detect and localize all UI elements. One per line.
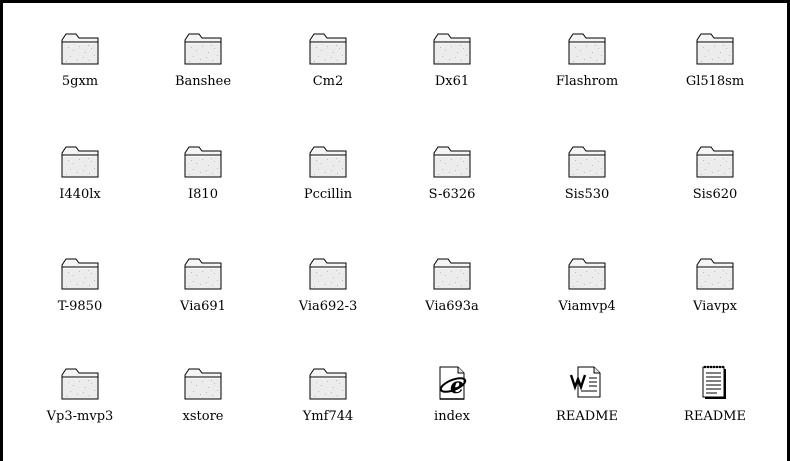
folder-icon xyxy=(60,365,100,401)
folder-item-sis620[interactable]: Sis620 xyxy=(660,143,770,233)
folder-icon xyxy=(308,255,348,291)
item-label: Viavpx xyxy=(692,299,738,314)
folder-icon xyxy=(695,255,735,291)
item-label: Sis620 xyxy=(692,187,738,202)
folder-icon xyxy=(183,365,223,401)
item-label: Viamvp4 xyxy=(558,299,616,314)
folder-item-gl518sm[interactable]: Gl518sm xyxy=(660,30,770,120)
folder-item-banshee[interactable]: Banshee xyxy=(148,30,258,120)
item-label: README xyxy=(556,409,618,424)
word-document-icon xyxy=(567,365,607,401)
item-label: 5gxm xyxy=(61,74,99,89)
folder-icon xyxy=(308,30,348,66)
item-label: xstore xyxy=(182,409,224,424)
folder-icon xyxy=(567,255,607,291)
folder-icon xyxy=(695,30,735,66)
item-label: Flashrom xyxy=(555,74,619,89)
text-document-icon xyxy=(695,365,735,401)
file-item-index[interactable]: e index xyxy=(397,365,507,455)
folder-item-via691[interactable]: Via691 xyxy=(148,255,258,345)
file-grid: 5gxm Banshee Cm2 Dx61 Flashrom Gl518sm I… xyxy=(3,3,787,461)
item-label: Banshee xyxy=(174,74,232,89)
folder-icon xyxy=(183,30,223,66)
folder-item-via692-3[interactable]: Via692-3 xyxy=(273,255,383,345)
file-item-readme-txt[interactable]: README xyxy=(660,365,770,455)
explorer-window: 5gxm Banshee Cm2 Dx61 Flashrom Gl518sm I… xyxy=(0,0,790,461)
item-label: Gl518sm xyxy=(685,74,745,89)
folder-item-5gxm[interactable]: 5gxm xyxy=(25,30,135,120)
item-label: Sis530 xyxy=(564,187,610,202)
folder-icon xyxy=(432,255,472,291)
item-label: index xyxy=(434,409,470,424)
folder-item-ymf744[interactable]: Ymf744 xyxy=(273,365,383,455)
folder-item-via693a[interactable]: Via693a xyxy=(397,255,507,345)
folder-item-cm2[interactable]: Cm2 xyxy=(273,30,383,120)
file-item-readme-doc[interactable]: README xyxy=(532,365,642,455)
folder-icon xyxy=(567,143,607,179)
folder-item-xstore[interactable]: xstore xyxy=(148,365,258,455)
folder-item-vp3-mvp3[interactable]: Vp3-mvp3 xyxy=(25,365,135,455)
item-label: Dx61 xyxy=(434,74,470,89)
folder-item-t-9850[interactable]: T-9850 xyxy=(25,255,135,345)
item-label: Cm2 xyxy=(312,74,344,89)
folder-icon xyxy=(567,30,607,66)
item-label: Via692-3 xyxy=(298,299,358,314)
folder-item-i440lx[interactable]: I440lx xyxy=(25,143,135,233)
item-label: T-9850 xyxy=(57,299,103,314)
item-label: Via693a xyxy=(425,299,479,314)
item-label: I440lx xyxy=(59,187,101,202)
folder-icon xyxy=(60,255,100,291)
folder-item-viamvp4[interactable]: Viamvp4 xyxy=(532,255,642,345)
item-label: README xyxy=(684,409,746,424)
folder-icon xyxy=(432,30,472,66)
folder-item-pccillin[interactable]: Pccillin xyxy=(273,143,383,233)
folder-icon xyxy=(432,143,472,179)
item-label: Via691 xyxy=(180,299,226,314)
item-label: I810 xyxy=(188,187,218,202)
folder-icon xyxy=(695,143,735,179)
folder-icon xyxy=(183,255,223,291)
folder-item-dx61[interactable]: Dx61 xyxy=(397,30,507,120)
item-label: Pccillin xyxy=(303,187,353,202)
folder-item-sis530[interactable]: Sis530 xyxy=(532,143,642,233)
folder-item-flashrom[interactable]: Flashrom xyxy=(532,30,642,120)
folder-icon xyxy=(60,30,100,66)
folder-icon xyxy=(308,143,348,179)
folder-item-viavpx[interactable]: Viavpx xyxy=(660,255,770,345)
folder-icon xyxy=(183,143,223,179)
folder-icon xyxy=(308,365,348,401)
item-label: Vp3-mvp3 xyxy=(46,409,114,424)
folder-item-i810[interactable]: I810 xyxy=(148,143,258,233)
item-label: S-6326 xyxy=(428,187,476,202)
folder-icon xyxy=(60,143,100,179)
html-document-icon: e xyxy=(432,365,472,401)
folder-item-s-6326[interactable]: S-6326 xyxy=(397,143,507,233)
item-label: Ymf744 xyxy=(302,409,354,424)
